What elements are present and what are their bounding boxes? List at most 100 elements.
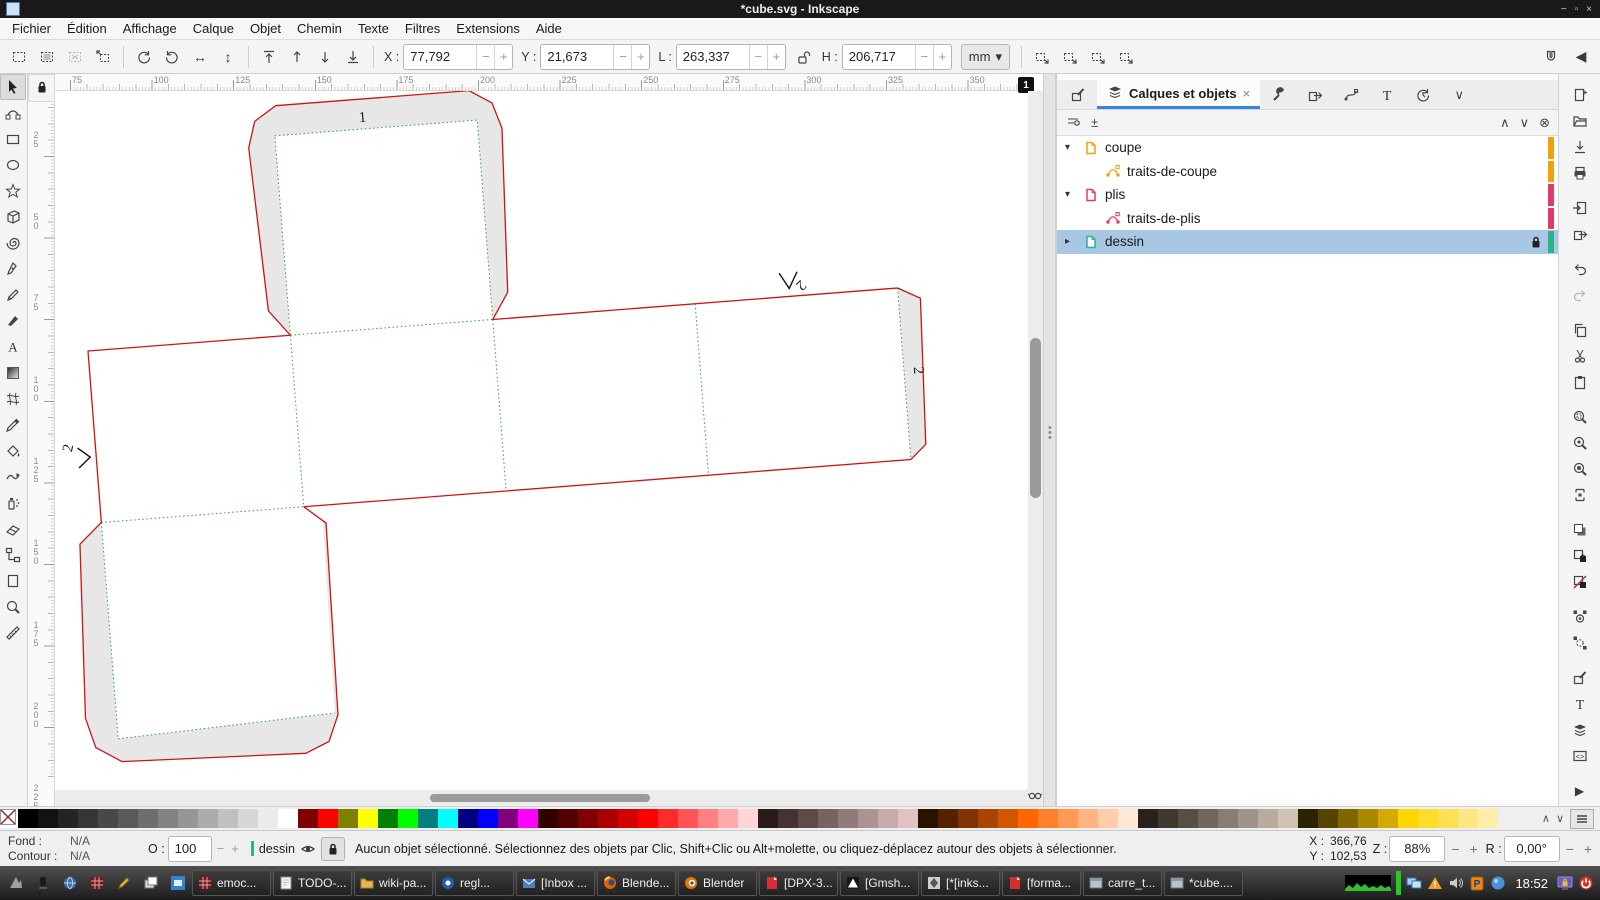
palette-swatch[interactable]	[1378, 809, 1398, 828]
palette-swatch[interactable]	[118, 809, 138, 828]
tool-gradient[interactable]	[0, 360, 26, 386]
layer-lock-button[interactable]	[321, 837, 345, 861]
menu-item[interactable]: Édition	[59, 19, 115, 38]
layers-dialog-button[interactable]	[1567, 717, 1593, 743]
tool-text[interactable]: A	[0, 334, 26, 360]
minimize-button[interactable]: −	[1561, 4, 1567, 15]
palette-swatch[interactable]	[1098, 809, 1118, 828]
scale-corners-toggle[interactable]	[1057, 44, 1083, 70]
close-button[interactable]: ×	[1586, 4, 1592, 15]
tool-connector[interactable]	[0, 542, 26, 568]
clipboard-icon[interactable]: P	[1469, 875, 1485, 891]
tab-overflow-chevron[interactable]: ∨	[1442, 82, 1476, 108]
palette-swatch[interactable]	[738, 809, 758, 828]
palette-swatch[interactable]	[1478, 809, 1498, 828]
launcher-lamp[interactable]	[29, 869, 56, 897]
cpu-graph-icon[interactable]	[1345, 875, 1391, 891]
tool-tweak[interactable]	[0, 464, 26, 490]
tab-close-icon[interactable]: ×	[1243, 86, 1251, 101]
width-plus[interactable]: +	[767, 45, 785, 69]
tool-spiral[interactable]	[0, 230, 26, 256]
palette-swatch[interactable]	[1138, 809, 1158, 828]
palette-swatch[interactable]	[698, 809, 718, 828]
palette-swatch[interactable]	[758, 809, 778, 828]
expander-icon[interactable]: ▾	[1065, 142, 1083, 153]
palette-swatch[interactable]	[1038, 809, 1058, 828]
x-input[interactable]: 77,792	[404, 49, 476, 64]
palette-swatch[interactable]	[1398, 809, 1418, 828]
guides-lock-toggle[interactable]	[28, 74, 55, 102]
print-button[interactable]	[1567, 160, 1593, 186]
palette-swatch[interactable]	[818, 809, 838, 828]
palette-swatch[interactable]	[1258, 809, 1278, 828]
tool-3d-box[interactable]	[0, 204, 26, 230]
tool-node-editor[interactable]	[0, 100, 26, 126]
palette-swatch[interactable]	[1358, 809, 1378, 828]
tool-pages[interactable]	[0, 568, 26, 594]
palette-swatch[interactable]	[138, 809, 158, 828]
save-button[interactable]	[1567, 134, 1593, 160]
stroke-value[interactable]: N/A	[70, 849, 90, 863]
palette-swatch[interactable]	[898, 809, 918, 828]
palette-swatch[interactable]	[658, 809, 678, 828]
rotation-input[interactable]: 0,00°	[1505, 841, 1559, 856]
taskbar-window-button[interactable]: [forma...	[1002, 870, 1081, 896]
import-button[interactable]	[1567, 195, 1593, 221]
duplicate-button[interactable]	[1567, 517, 1593, 543]
palette-swatch[interactable]	[798, 809, 818, 828]
tool-mesh-gradient[interactable]	[0, 386, 26, 412]
palette-scroll-up[interactable]: ∧	[1542, 812, 1550, 825]
v-ruler[interactable]: 255075100125150175200225	[28, 102, 55, 806]
taskbar-window-button[interactable]: wiki-pa...	[354, 870, 433, 896]
palette-swatch[interactable]	[858, 809, 878, 828]
tool-paint-bucket[interactable]	[0, 438, 26, 464]
palette-swatch[interactable]	[458, 809, 478, 828]
menu-item[interactable]: Calque	[185, 19, 242, 38]
palette-swatch[interactable]	[158, 809, 178, 828]
taskbar-window-button[interactable]: *cube....	[1164, 870, 1243, 896]
palette-swatch[interactable]	[1118, 809, 1138, 828]
ungroup-button[interactable]	[1567, 630, 1593, 656]
panel-splitter[interactable]: •••	[1043, 74, 1056, 806]
move-down-button[interactable]: ∨	[1520, 115, 1530, 131]
zoom-minus[interactable]: −	[1447, 841, 1463, 857]
no-color-swatch[interactable]	[0, 809, 18, 828]
palette-swatch[interactable]	[1018, 809, 1038, 828]
palette-swatch[interactable]	[178, 809, 198, 828]
palette-swatch[interactable]	[18, 809, 38, 828]
snap-toggle[interactable]	[1538, 44, 1564, 70]
fill-value[interactable]: N/A	[70, 834, 90, 848]
y-plus[interactable]: +	[631, 45, 649, 69]
palette-swatch[interactable]	[1178, 809, 1198, 828]
height-plus[interactable]: +	[933, 45, 951, 69]
palette-swatch[interactable]	[1318, 809, 1338, 828]
horizontal-scrollbar-thumb[interactable]	[430, 794, 650, 802]
taskbar-window-button[interactable]: TODO-...	[273, 870, 352, 896]
zoom-center-button[interactable]	[1567, 482, 1593, 508]
palette-swatch[interactable]	[538, 809, 558, 828]
rotate-ccw-button[interactable]	[131, 44, 157, 70]
width-minus[interactable]: −	[749, 45, 767, 69]
palette-swatch[interactable]	[978, 809, 998, 828]
opacity-input[interactable]: 100	[169, 841, 211, 856]
scroll-corner-icon[interactable]	[1026, 788, 1043, 806]
add-layer-button[interactable]: ±	[1091, 115, 1098, 130]
menu-item[interactable]: Affichage	[115, 19, 185, 38]
canvas[interactable]: 1 2 2 2	[55, 91, 1028, 790]
launcher-windows[interactable]	[137, 869, 164, 897]
tab-preferences[interactable]	[1262, 82, 1296, 108]
taskbar-window-button[interactable]: emoc...	[192, 870, 271, 896]
clock[interactable]: 18:52	[1515, 876, 1548, 891]
palette-swatch[interactable]	[98, 809, 118, 828]
y-minus[interactable]: −	[613, 45, 631, 69]
raise-to-top-button[interactable]	[256, 44, 282, 70]
palette-swatch[interactable]	[338, 809, 358, 828]
palette-swatch[interactable]	[1338, 809, 1358, 828]
flip-vertical-button[interactable]: ↕	[215, 44, 241, 70]
tab-fill-stroke[interactable]	[1061, 82, 1095, 108]
tab-text-font[interactable]: T	[1370, 82, 1404, 108]
opacity-plus[interactable]: +	[229, 841, 241, 856]
launcher-desktop[interactable]	[164, 869, 191, 897]
y-input[interactable]: 21,673	[541, 49, 613, 64]
tool-zoom[interactable]	[0, 594, 26, 620]
